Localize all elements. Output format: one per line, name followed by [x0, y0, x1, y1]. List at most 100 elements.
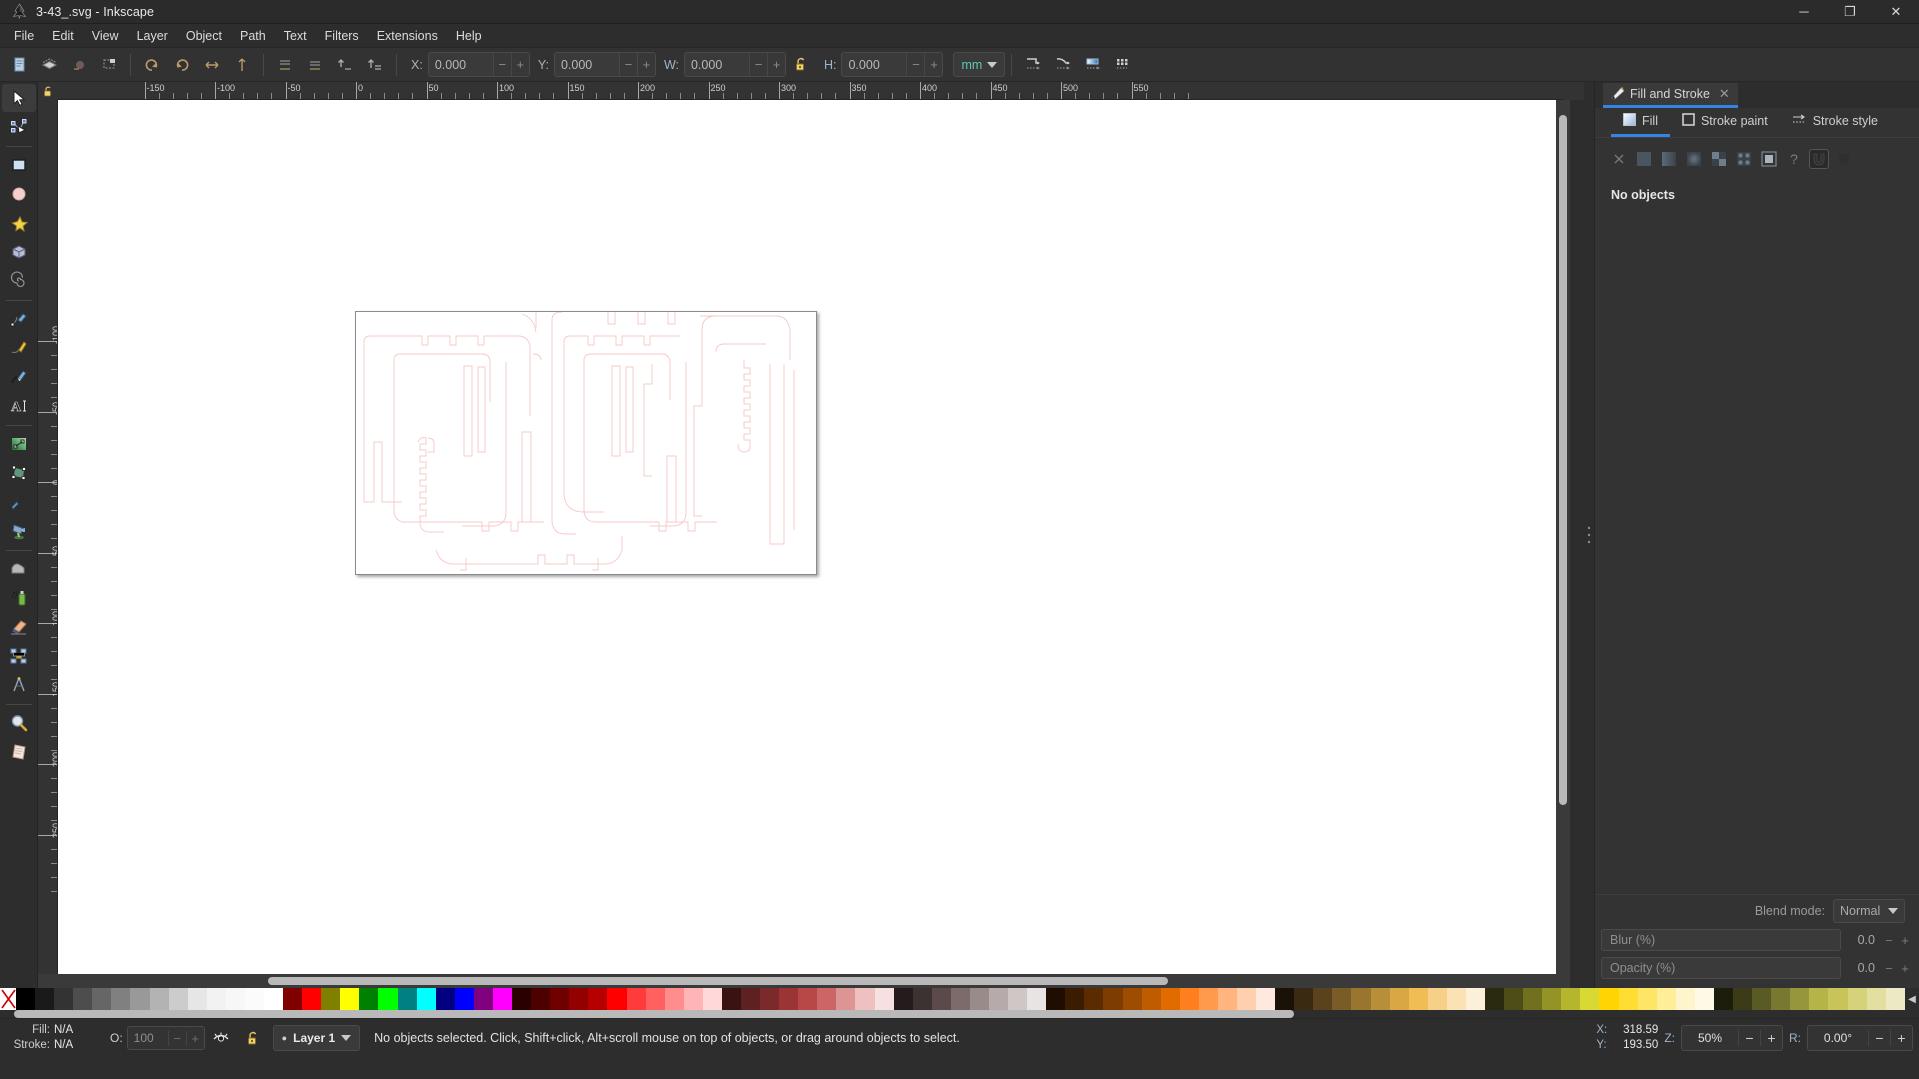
palette-swatch[interactable] — [1828, 988, 1848, 1010]
opacity-slider[interactable]: Opacity (%) — [1601, 957, 1841, 979]
palette-swatch[interactable] — [1523, 988, 1543, 1010]
palette-swatch[interactable] — [988, 988, 1009, 1010]
menu-text[interactable]: Text — [275, 26, 316, 46]
mesh-tool[interactable] — [2, 459, 36, 487]
zoom-tool[interactable] — [2, 709, 36, 737]
selector-tool[interactable] — [1, 84, 36, 112]
palette-swatch[interactable] — [779, 988, 799, 1010]
palette-swatch[interactable] — [264, 988, 284, 1010]
palette-swatch[interactable] — [435, 988, 455, 1010]
affect-stroke-width-icon[interactable] — [1018, 51, 1048, 79]
palette-swatch[interactable] — [817, 988, 837, 1010]
palette-swatch[interactable] — [798, 988, 818, 1010]
palette-swatch[interactable] — [702, 988, 722, 1010]
x-decrement-button[interactable]: − — [492, 53, 511, 76]
no-paint-button[interactable] — [1609, 149, 1629, 169]
palette-none-swatch[interactable] — [0, 988, 16, 1010]
selection-icon[interactable] — [94, 51, 124, 79]
maximize-button[interactable]: ❐ — [1827, 0, 1873, 24]
palette-swatch[interactable] — [855, 988, 875, 1010]
pattern-button[interactable] — [1709, 149, 1729, 169]
spiral-tool[interactable] — [2, 267, 36, 295]
palette-swatch[interactable] — [1485, 988, 1505, 1010]
tab-stroke-paint[interactable]: Stroke paint — [1670, 109, 1780, 137]
lower-icon[interactable] — [300, 51, 330, 79]
ruler-corner-lock-button[interactable] — [38, 82, 58, 100]
palette-swatch[interactable] — [149, 988, 169, 1010]
affect-rounded-corners-icon[interactable] — [1048, 51, 1078, 79]
palette-scrollbar-thumb[interactable] — [14, 1010, 1294, 1018]
palette-swatch[interactable] — [1256, 988, 1276, 1010]
palette-swatch[interactable] — [1885, 988, 1905, 1010]
w-decrement-button[interactable]: − — [748, 53, 767, 76]
menu-file[interactable]: File — [5, 26, 43, 46]
h-decrement-button[interactable]: − — [906, 53, 925, 76]
rotation-decrement-button[interactable]: − — [1868, 1030, 1890, 1046]
palette-swatch[interactable] — [760, 988, 780, 1010]
fill-rule-nonzero-button[interactable] — [1834, 149, 1854, 169]
palette-swatch[interactable] — [1179, 988, 1199, 1010]
spray-tool[interactable] — [2, 584, 36, 612]
horizontal-ruler[interactable]: -150 -100 -50 0 50 100 150 200 250 300 350 400 450 50… — [58, 82, 1564, 100]
minimize-button[interactable]: ─ — [1781, 0, 1827, 24]
palette-swatch[interactable] — [531, 988, 551, 1010]
palette-swatch[interactable] — [283, 988, 303, 1010]
unknown-paint-button[interactable]: ? — [1784, 149, 1804, 169]
palette-swatch[interactable] — [73, 988, 93, 1010]
lock-aspect-ratio-button[interactable] — [788, 52, 814, 78]
horizontal-scrollbar[interactable] — [38, 974, 1556, 988]
palette-swatch[interactable] — [1198, 988, 1218, 1010]
measure-tool[interactable] — [2, 671, 36, 699]
h-increment-button[interactable]: + — [924, 53, 943, 76]
color-palette[interactable]: ◀ — [0, 988, 1919, 1010]
palette-swatch[interactable] — [92, 988, 112, 1010]
x-spinner[interactable]: X: 0.000 − + — [403, 52, 530, 77]
x-increment-button[interactable]: + — [510, 53, 529, 76]
palette-swatch[interactable] — [1465, 988, 1486, 1010]
y-increment-button[interactable]: + — [636, 53, 655, 76]
palette-swatch[interactable] — [1809, 988, 1829, 1010]
palette-swatch[interactable] — [740, 988, 761, 1010]
blur-decrement-button[interactable]: − — [1881, 933, 1897, 948]
opacity-input[interactable]: 100 — [128, 1031, 168, 1045]
w-spinner[interactable]: W: 0.000 − + — [656, 52, 786, 77]
palette-swatch[interactable] — [1141, 988, 1161, 1010]
palette-swatch[interactable] — [302, 988, 322, 1010]
y-spinner[interactable]: Y: 0.000 − + — [530, 52, 656, 77]
palette-swatch[interactable] — [321, 988, 341, 1010]
h-input[interactable]: 0.000 — [842, 53, 907, 76]
palette-swatch[interactable] — [187, 988, 207, 1010]
h-spinner[interactable]: H: 0.000 − + — [816, 52, 944, 77]
units-dropdown[interactable]: mm — [953, 52, 1006, 77]
rectangle-tool[interactable] — [2, 151, 36, 179]
eraser-tool[interactable] — [2, 613, 36, 641]
pages-tool[interactable] — [2, 738, 36, 766]
linear-gradient-button[interactable] — [1659, 149, 1679, 169]
palette-swatch[interactable] — [1427, 988, 1447, 1010]
palette-swatch[interactable] — [1694, 988, 1714, 1010]
palette-swatch[interactable] — [1046, 988, 1066, 1010]
palette-swatch[interactable] — [1542, 988, 1562, 1010]
opacity-decrement-button[interactable]: − — [1881, 961, 1897, 976]
blur-slider[interactable]: Blur (%) — [1601, 929, 1841, 951]
palette-swatch[interactable] — [1446, 988, 1466, 1010]
paintbucket-tool[interactable] — [2, 517, 36, 545]
mesh-gradient-button[interactable] — [1759, 149, 1779, 169]
palette-swatch[interactable] — [16, 988, 36, 1010]
palette-swatch[interactable] — [1599, 988, 1619, 1010]
vertical-scrollbar[interactable] — [1556, 100, 1570, 974]
palette-swatch[interactable] — [1408, 988, 1428, 1010]
palette-swatch[interactable] — [397, 988, 417, 1010]
object-properties-icon[interactable] — [64, 51, 94, 79]
layers-icon[interactable] — [34, 51, 64, 79]
palette-swatch[interactable] — [1847, 988, 1867, 1010]
palette-swatch[interactable] — [1637, 988, 1657, 1010]
box3d-tool[interactable] — [2, 238, 36, 266]
palette-swatch[interactable] — [1752, 988, 1772, 1010]
layer-visibility-button[interactable] — [208, 1025, 234, 1051]
radial-gradient-button[interactable] — [1684, 149, 1704, 169]
palette-swatch[interactable] — [1351, 988, 1371, 1010]
affect-gradients-icon[interactable] — [1078, 51, 1108, 79]
palette-swatch[interactable] — [1771, 988, 1791, 1010]
drawing-canvas[interactable] — [58, 100, 1556, 974]
